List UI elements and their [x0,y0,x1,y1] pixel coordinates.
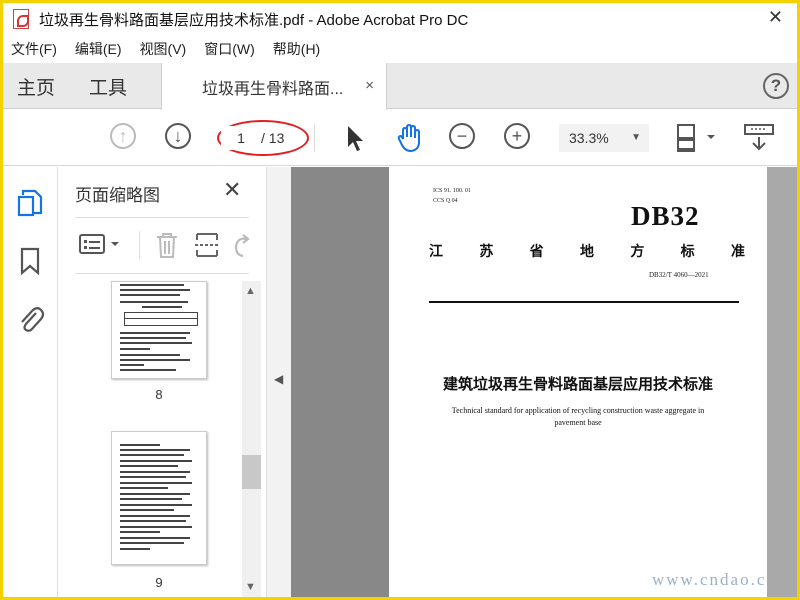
tab-document[interactable]: 垃圾再生骨料路面... × [161,63,387,110]
menu-edit[interactable]: 编辑(E) [75,39,122,59]
hand-icon [397,123,420,153]
scroll-down-icon[interactable]: ▼ [245,581,256,593]
panel-divider [75,217,249,218]
toolbar: ↑ ↓ 1 / 13 − + 33.3% ▼ [3,110,797,166]
category-char: 江 [429,243,443,259]
trash-icon[interactable] [153,231,181,259]
cursor-arrow-icon [348,126,363,151]
insert-page-icon[interactable] [193,231,221,259]
document-page: ICS 91. 100. 01 CCS Q 04 DB32 江 苏 省 地 方 … [389,167,767,597]
panel-toolbar [75,227,255,263]
zoom-in-button[interactable]: + [504,123,534,153]
toolbar-divider [314,124,315,152]
tab-document-label: 垃圾再生骨料路面... [202,80,344,98]
options-menu-icon[interactable] [79,233,125,257]
panel-title: 页面缩略图 [75,186,160,205]
rotate-icon[interactable] [231,231,253,259]
ics-line: ICS 91. 100. 01 [433,188,471,194]
title-bar: 垃圾再生骨料路面基层应用技术标准.pdf - Adobe Acrobat Pro… [3,3,797,35]
category-char: 地 [579,243,594,259]
ccs-line: CCS Q 04 [433,198,458,204]
page-thumbnail-9[interactable] [111,431,207,565]
window-title: 垃圾再生骨料路面基层应用技术标准.pdf - Adobe Acrobat Pro… [39,11,469,29]
document-title-cn: 建筑垃圾再生骨料路面基层应用技术标准 [442,376,713,393]
tab-bar: 主页 工具 垃圾再生骨料路面... × ? [3,63,797,110]
menu-view[interactable]: 视图(V) [140,39,187,59]
arrow-up-icon: ↑ [110,123,136,149]
standard-category: 江 苏 省 地 方 标 准 [429,241,745,261]
collapse-left-icon[interactable]: ◀ [274,372,283,386]
ics-code: ICS 91. 100. 01 CCS Q 04 [433,186,471,206]
pdf-app-icon [11,8,33,30]
acrobat-window: 垃圾再生骨料路面基层应用技术标准.pdf - Adobe Acrobat Pro… [3,3,797,597]
panel-tools-divider [139,231,140,259]
category-char: 准 [730,243,745,259]
next-page-button[interactable]: ↓ [165,123,195,153]
navigation-rail [3,167,58,597]
menu-file[interactable]: 文件(F) [11,39,57,59]
page-total: / 13 [261,130,285,146]
panel-close-icon[interactable]: ✕ [223,177,241,203]
document-view[interactable]: ICS 91. 100. 01 CCS Q 04 DB32 江 苏 省 地 方 … [291,167,797,597]
scroll-mode-icon [744,124,774,151]
scroll-up-icon[interactable]: ▲ [245,285,256,297]
fit-page-icon [677,124,715,152]
menu-bar: 文件(F) 编辑(E) 视图(V) 窗口(W) 帮助(H) [3,37,330,61]
hand-tool-button[interactable] [395,123,425,153]
tab-close-icon[interactable]: × [365,77,374,94]
panel-collapse-bar[interactable]: ◀ [267,167,291,597]
category-char: 省 [529,243,544,259]
scrollbar-thumb[interactable] [242,455,261,489]
category-char: 苏 [479,243,494,259]
arrow-down-icon: ↓ [165,123,191,149]
page-number-input[interactable]: 1 [221,126,261,150]
db-mark: DB32 [631,201,700,231]
category-char: 标 [680,243,695,259]
attachment-icon[interactable] [15,303,45,335]
tab-tools[interactable]: 工具 [89,63,127,109]
page-thumbnail-8[interactable] [111,281,207,379]
page-thumbnails-icon[interactable] [15,187,45,219]
page-display-button[interactable] [675,123,719,153]
panel-divider [75,273,249,274]
document-title-en: Technical standard for application of re… [451,406,705,427]
category-char: 方 [630,243,645,259]
minus-icon: − [449,123,475,149]
window-close-button[interactable]: ✕ [768,7,783,28]
standard-code: DB32/T 4060—2021 [649,271,709,279]
menu-window[interactable]: 窗口(W) [204,39,255,59]
thumbnails-panel: 页面缩略图 ✕ 8 9 ▲ ▼ [59,167,267,597]
bookmark-icon[interactable] [15,245,45,277]
scroll-mode-button[interactable] [743,123,777,153]
chevron-down-icon: ▼ [631,132,641,143]
zoom-value: 33.3% [569,130,609,146]
menu-help[interactable]: 帮助(H) [273,39,320,59]
plus-icon: + [504,123,530,149]
site-watermark: www.cndao.c [652,570,767,589]
previous-page-button[interactable]: ↑ [110,123,140,153]
help-icon[interactable]: ? [763,73,789,99]
select-tool-button[interactable] [343,123,373,153]
tab-home[interactable]: 主页 [17,63,55,109]
zoom-select[interactable]: 33.3% ▼ [559,124,649,152]
document-scrollbar[interactable] [767,167,797,597]
zoom-out-button[interactable]: − [449,123,479,153]
header-rule [429,301,739,303]
page-thumbnail-label-9: 9 [155,575,163,590]
thumbnails-scrollbar[interactable]: ▲ ▼ [242,281,261,597]
page-thumbnail-label-8: 8 [155,387,163,402]
